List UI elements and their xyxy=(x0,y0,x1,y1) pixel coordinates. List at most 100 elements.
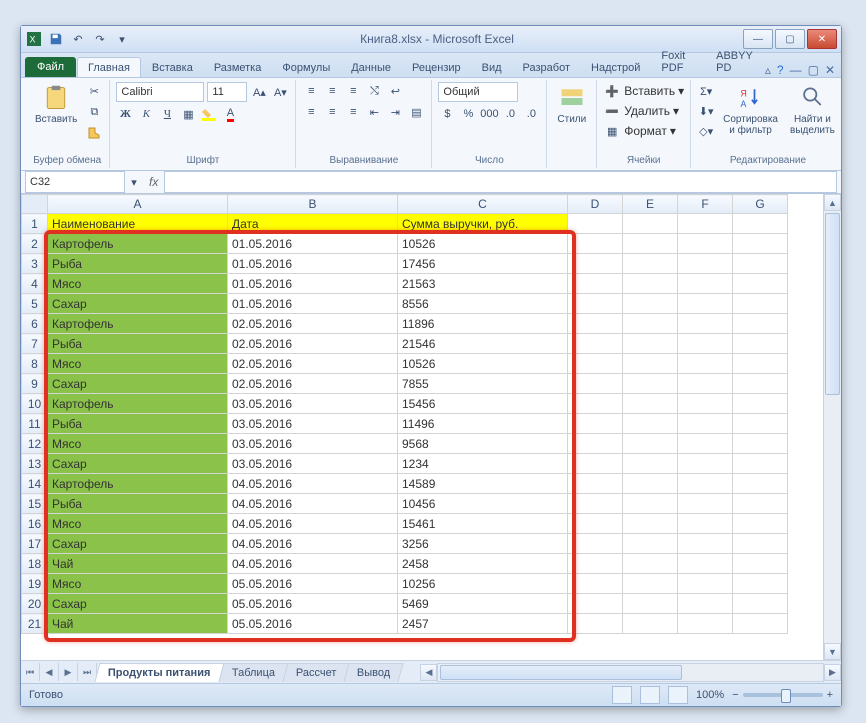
cell[interactable] xyxy=(623,314,678,334)
row-header[interactable]: 20 xyxy=(22,594,48,614)
row-header[interactable]: 2 xyxy=(22,234,48,254)
cell[interactable] xyxy=(568,574,623,594)
cell[interactable]: Чай xyxy=(48,554,228,574)
zoom-in-icon[interactable]: + xyxy=(827,689,833,701)
cell[interactable]: 02.05.2016 xyxy=(228,354,398,374)
cell[interactable]: 03.05.2016 xyxy=(228,454,398,474)
namebox-dropdown-icon[interactable]: ▾ xyxy=(125,173,143,191)
paste-button[interactable]: Вставить xyxy=(31,82,81,127)
wrap-text-icon[interactable]: ↩ xyxy=(386,82,404,100)
cell[interactable]: 03.05.2016 xyxy=(228,434,398,454)
undo-icon[interactable]: ↶ xyxy=(69,30,87,48)
grid-scroll[interactable]: ABCDEFG 1НаименованиеДатаСумма выручки, … xyxy=(21,194,823,660)
cell[interactable] xyxy=(623,374,678,394)
scroll-thumb-v[interactable] xyxy=(825,213,840,395)
row-header[interactable]: 17 xyxy=(22,534,48,554)
cell[interactable] xyxy=(733,294,788,314)
tab-abbyy pd[interactable]: ABBYY PD xyxy=(706,46,764,77)
cell[interactable]: 03.05.2016 xyxy=(228,394,398,414)
copy-icon[interactable]: ⧉ xyxy=(85,103,103,121)
row-header[interactable]: 11 xyxy=(22,414,48,434)
cell[interactable] xyxy=(623,454,678,474)
qat-dropdown-icon[interactable]: ▾ xyxy=(113,30,131,48)
tab-разработ[interactable]: Разработ xyxy=(513,58,580,77)
cell[interactable] xyxy=(733,374,788,394)
cell[interactable] xyxy=(623,234,678,254)
sheet-tab[interactable]: Таблица xyxy=(218,663,288,682)
align-top-icon[interactable]: ≡ xyxy=(302,82,320,100)
cell[interactable] xyxy=(733,474,788,494)
cell[interactable] xyxy=(733,354,788,374)
col-header-B[interactable]: B xyxy=(228,195,398,214)
cell[interactable]: 05.05.2016 xyxy=(228,614,398,634)
maximize-button[interactable]: ▢ xyxy=(775,29,805,49)
cell[interactable] xyxy=(733,414,788,434)
tab-надстрой[interactable]: Надстрой xyxy=(581,58,650,77)
cell[interactable]: 3256 xyxy=(398,534,568,554)
row-header[interactable]: 9 xyxy=(22,374,48,394)
cell[interactable] xyxy=(733,434,788,454)
cell[interactable] xyxy=(623,614,678,634)
col-header-F[interactable]: F xyxy=(678,195,733,214)
currency-icon[interactable]: $ xyxy=(438,105,456,123)
cell[interactable] xyxy=(568,234,623,254)
cell[interactable]: Мясо xyxy=(48,274,228,294)
tab-разметка[interactable]: Разметка xyxy=(204,58,272,77)
cell[interactable] xyxy=(568,494,623,514)
cell[interactable]: 9568 xyxy=(398,434,568,454)
cell[interactable] xyxy=(568,594,623,614)
cell[interactable] xyxy=(678,394,733,414)
horizontal-scrollbar[interactable]: ◀ ▶ xyxy=(420,663,841,682)
zoom-slider[interactable] xyxy=(743,693,823,697)
cell[interactable] xyxy=(678,234,733,254)
row-header[interactable]: 14 xyxy=(22,474,48,494)
row-header[interactable]: 8 xyxy=(22,354,48,374)
fx-icon[interactable]: fx xyxy=(149,175,158,189)
window-close-icon[interactable]: ✕ xyxy=(825,63,835,77)
tab-file[interactable]: Файл xyxy=(25,57,76,77)
col-header-C[interactable]: C xyxy=(398,195,568,214)
cell[interactable]: Сахар xyxy=(48,454,228,474)
cell[interactable] xyxy=(623,254,678,274)
cell[interactable]: 15456 xyxy=(398,394,568,414)
increase-font-icon[interactable]: A▴ xyxy=(250,83,268,101)
tab-рецензир[interactable]: Рецензир xyxy=(402,58,471,77)
cell[interactable] xyxy=(623,534,678,554)
row-header[interactable]: 15 xyxy=(22,494,48,514)
ribbon-minimize-icon[interactable]: ▵ xyxy=(765,63,771,77)
cell[interactable] xyxy=(568,354,623,374)
font-name-combo[interactable]: Calibri xyxy=(116,82,204,102)
cut-icon[interactable]: ✂ xyxy=(85,82,103,100)
cell[interactable] xyxy=(733,454,788,474)
cell[interactable]: 03.05.2016 xyxy=(228,414,398,434)
cell[interactable] xyxy=(623,434,678,454)
cell[interactable] xyxy=(568,314,623,334)
cell[interactable] xyxy=(733,274,788,294)
cell[interactable] xyxy=(568,474,623,494)
tab-вставка[interactable]: Вставка xyxy=(142,58,203,77)
cell[interactable] xyxy=(568,274,623,294)
cell[interactable] xyxy=(568,254,623,274)
cell[interactable]: Сахар xyxy=(48,594,228,614)
window-restore-icon[interactable]: ▢ xyxy=(808,63,819,77)
cell[interactable]: 02.05.2016 xyxy=(228,334,398,354)
cell[interactable]: 2458 xyxy=(398,554,568,574)
sheet-nav-next-icon[interactable]: ▶ xyxy=(59,663,78,681)
cell[interactable] xyxy=(623,574,678,594)
increase-decimal-icon[interactable]: .0 xyxy=(501,105,519,123)
cell[interactable]: 10526 xyxy=(398,354,568,374)
cell[interactable] xyxy=(733,574,788,594)
table-header[interactable]: Наименование xyxy=(48,214,228,234)
cell[interactable] xyxy=(733,314,788,334)
cell[interactable] xyxy=(623,394,678,414)
zoom-out-icon[interactable]: − xyxy=(732,689,738,701)
merge-icon[interactable]: ▤ xyxy=(407,103,425,121)
decrease-font-icon[interactable]: A▾ xyxy=(271,83,289,101)
align-left-icon[interactable]: ≡ xyxy=(302,103,320,121)
cell[interactable]: Мясо xyxy=(48,574,228,594)
cell[interactable]: 11496 xyxy=(398,414,568,434)
cell[interactable]: 2457 xyxy=(398,614,568,634)
row-header[interactable]: 16 xyxy=(22,514,48,534)
cell[interactable] xyxy=(678,274,733,294)
delete-cells-button[interactable]: ➖Удалить▾ xyxy=(603,102,679,120)
